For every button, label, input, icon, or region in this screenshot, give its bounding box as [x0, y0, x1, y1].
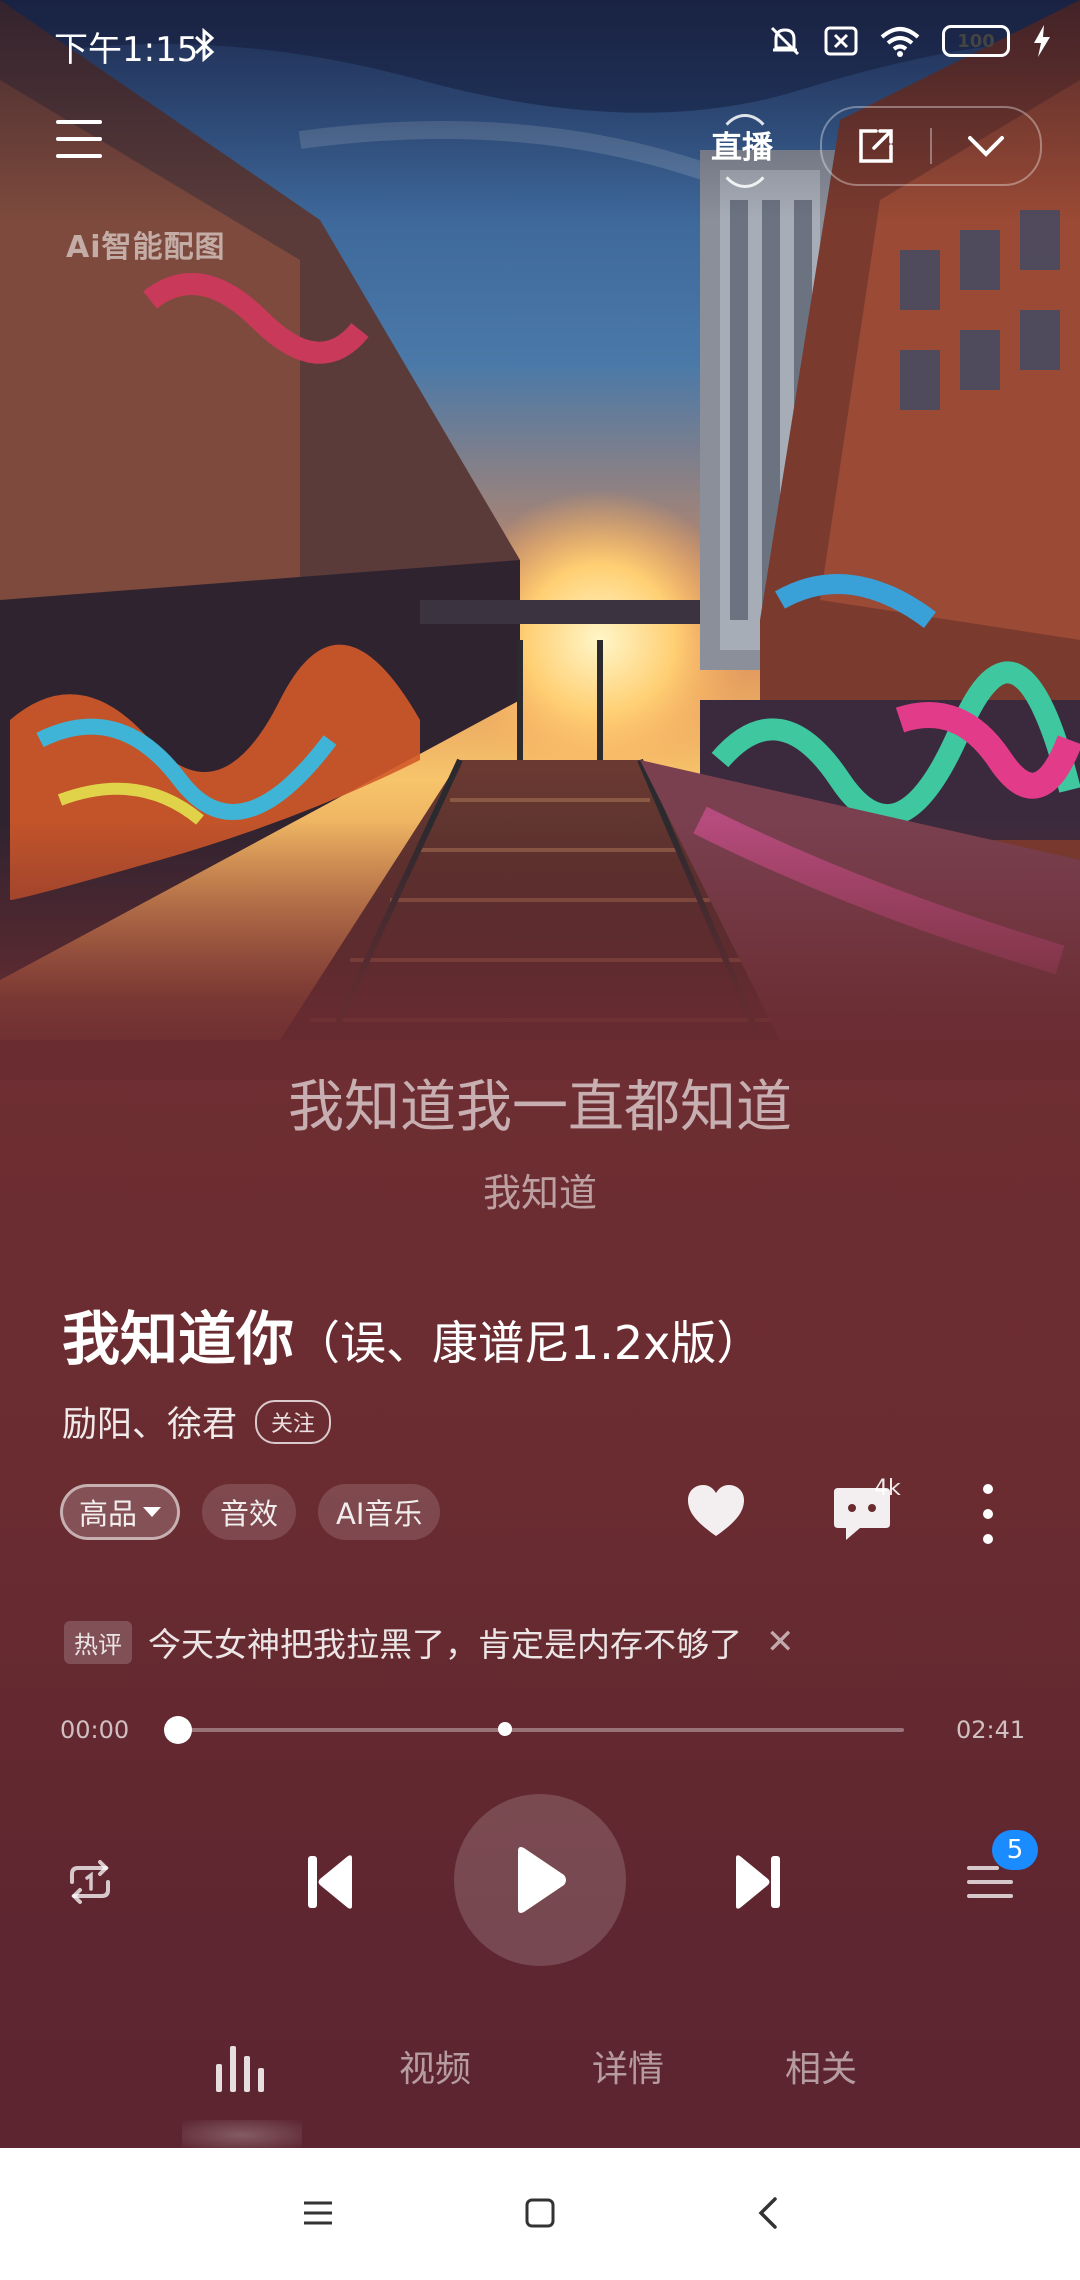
recents-icon	[304, 2201, 332, 2225]
share-button[interactable]	[822, 108, 930, 184]
follow-button[interactable]: 关注	[255, 1399, 332, 1444]
play-icon	[518, 1847, 566, 1913]
tab-player[interactable]	[214, 2042, 270, 2094]
status-bar: 下午1:15 100	[0, 0, 1080, 90]
artwork-fade	[0, 820, 1080, 1080]
hot-comment-tag: 热评	[64, 1620, 132, 1664]
back-icon	[758, 2197, 777, 2229]
hot-comment[interactable]: 热评 今天女神把我拉黑了，肯定是内存不够了 ✕	[64, 1618, 795, 1666]
more-dot	[983, 1509, 993, 1519]
playback-controls: 5	[0, 1790, 1080, 1970]
ai-art-label: Ai智能配图	[66, 230, 226, 265]
menu-icon-line	[56, 154, 102, 158]
song-actions: 4k	[0, 1476, 1080, 1550]
back-button[interactable]	[738, 2188, 798, 2238]
hot-comment-text[interactable]: 今天女神把我拉黑了，肯定是内存不够了	[148, 1618, 742, 1666]
menu-icon-line	[56, 137, 102, 141]
next-lyric-line[interactable]: 我知道	[0, 1162, 1080, 1217]
repeat-one-button[interactable]	[58, 1850, 122, 1914]
total-time: 02:41	[956, 1716, 1026, 1744]
playlist-count-badge: 5	[992, 1830, 1038, 1870]
more-dot	[983, 1534, 993, 1544]
home-icon	[525, 2198, 555, 2228]
bottom-tabs: 视频 详情 相关	[0, 2030, 1080, 2150]
current-time: 00:00	[60, 1716, 130, 1744]
tab-video[interactable]: 视频	[399, 2040, 471, 2092]
comment-count: 4k	[874, 1476, 901, 1501]
chevron-down-icon	[968, 136, 1004, 157]
song-title-main: 我知道你	[62, 1305, 295, 1373]
mute-bell-icon	[770, 26, 800, 56]
collapse-button[interactable]	[932, 108, 1040, 184]
more-options-button[interactable]	[976, 1484, 1000, 1544]
home-button[interactable]	[510, 2188, 570, 2238]
artist-row: 励阳、徐君 关注	[62, 1396, 332, 1447]
no-sim-icon	[824, 26, 858, 56]
current-lyric-line[interactable]: 我知道我一直都知道	[0, 1062, 1080, 1143]
recents-button[interactable]	[288, 2188, 348, 2238]
battery-icon: 100	[942, 25, 1010, 57]
progress-slider[interactable]	[164, 1716, 904, 1744]
song-title: 我知道你（误、康谱尼1.2x版）	[62, 1292, 762, 1376]
charging-icon	[1034, 25, 1050, 57]
system-nav-bar	[0, 2148, 1080, 2280]
menu-icon-line	[56, 120, 102, 124]
skip-next-icon	[736, 1855, 780, 1909]
status-time: 下午1:15	[54, 30, 199, 70]
tab-details[interactable]: 详情	[592, 2040, 664, 2092]
live-ring-icon	[716, 114, 774, 188]
repeat-one-icon	[70, 1860, 110, 1904]
bluetooth-icon	[194, 28, 215, 62]
play-button[interactable]	[454, 1794, 626, 1966]
progress-thumb[interactable]	[164, 1716, 192, 1744]
like-heart-icon[interactable]	[684, 1480, 748, 1544]
more-dot	[983, 1484, 993, 1494]
tab-related[interactable]: 相关	[785, 2040, 857, 2092]
skip-previous-icon	[308, 1855, 352, 1909]
next-button[interactable]	[718, 1844, 798, 1920]
close-icon[interactable]: ✕	[766, 1622, 795, 1662]
equalizer-icon	[216, 2046, 264, 2092]
active-tab-glow	[182, 2120, 302, 2150]
header-action-pill	[820, 106, 1042, 186]
menu-button[interactable]	[56, 120, 102, 166]
artist-names[interactable]: 励阳、徐君	[62, 1396, 237, 1447]
status-icons: 100	[768, 24, 1052, 58]
song-version: （误、康谱尼1.2x版）	[294, 1316, 763, 1370]
share-icon	[859, 129, 893, 163]
climax-marker[interactable]	[497, 1722, 512, 1736]
live-button[interactable]: 直播	[706, 114, 778, 188]
previous-button[interactable]	[290, 1844, 370, 1920]
battery-level: 100	[957, 30, 995, 52]
wifi-icon	[880, 27, 920, 57]
